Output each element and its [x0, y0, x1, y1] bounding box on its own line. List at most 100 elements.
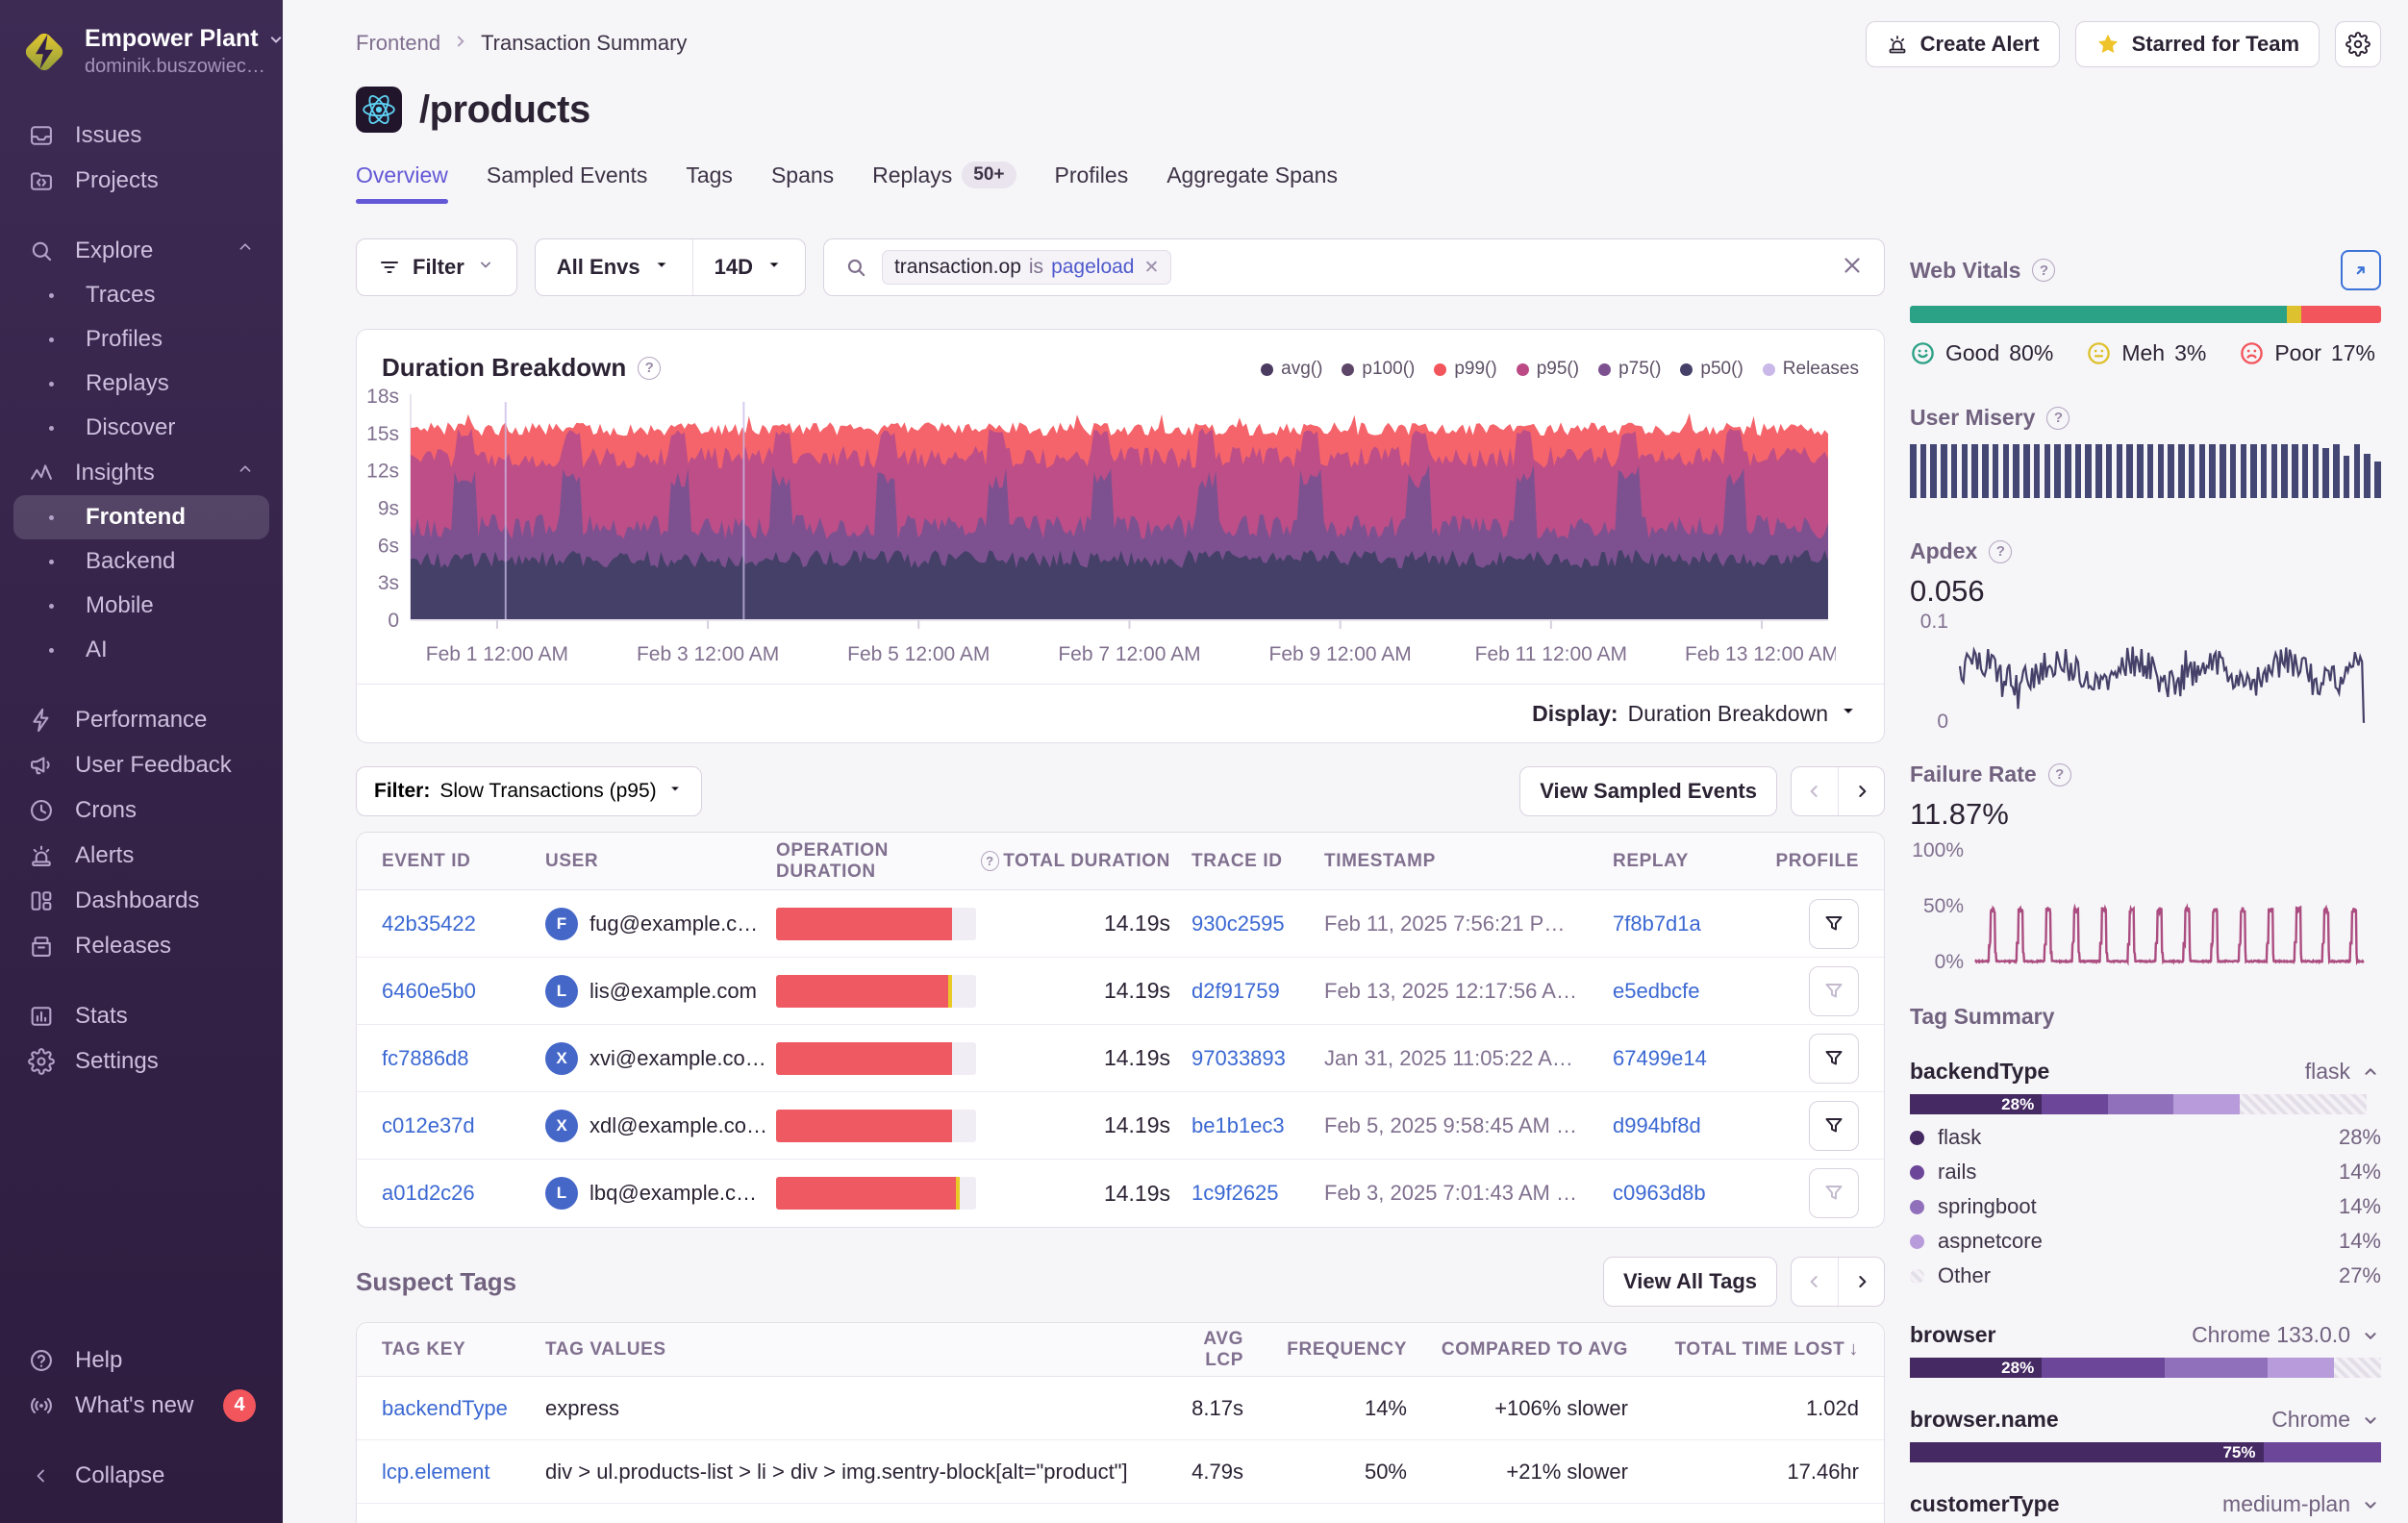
- org-switcher[interactable]: Empower Plant dominik.buszowiec…: [0, 25, 283, 78]
- duration-bar[interactable]: [776, 1110, 976, 1142]
- event-id-link[interactable]: c012e37d: [382, 1113, 545, 1138]
- sidebar-item-replays[interactable]: Replays: [13, 362, 269, 406]
- previous-page-button[interactable]: [1792, 767, 1838, 815]
- help-tooltip-icon[interactable]: ?: [638, 357, 661, 380]
- tag-key-link[interactable]: backendType: [382, 1396, 545, 1421]
- sidebar-item-whats-new[interactable]: What's new 4: [13, 1383, 269, 1428]
- environment-selector[interactable]: All Envs: [536, 239, 692, 295]
- event-id-link[interactable]: fc7886d8: [382, 1046, 545, 1071]
- sidebar-item-discover[interactable]: Discover: [13, 406, 269, 450]
- help-tooltip-icon[interactable]: ?: [2046, 407, 2069, 430]
- sidebar-item-frontend[interactable]: Frontend: [13, 495, 269, 539]
- sidebar-item-issues[interactable]: Issues: [13, 112, 269, 158]
- tag-distribution-bar[interactable]: 28%: [1910, 1358, 2381, 1378]
- sidebar-item-user-feedback[interactable]: User Feedback: [13, 742, 269, 787]
- tag-distribution-bar[interactable]: 75%: [1910, 1442, 2381, 1462]
- trace-id-link[interactable]: be1b1ec3: [1191, 1113, 1285, 1137]
- tag-legend-row[interactable]: flask28%: [1910, 1120, 2381, 1155]
- profile-button[interactable]: [1809, 899, 1859, 949]
- starred-for-team-button[interactable]: Starred for Team: [2075, 21, 2320, 67]
- sidebar-item-crons[interactable]: Crons: [13, 787, 269, 833]
- event-id-link[interactable]: 42b35422: [382, 911, 545, 936]
- legend-item-p75[interactable]: p75(): [1598, 359, 1661, 380]
- sidebar-item-alerts[interactable]: Alerts: [13, 833, 269, 878]
- duration-bar[interactable]: [776, 975, 976, 1008]
- tag-key-link[interactable]: lcp.element: [382, 1460, 545, 1485]
- tab-spans[interactable]: Spans: [771, 162, 834, 204]
- tag-legend-row[interactable]: Other27%: [1910, 1259, 2381, 1293]
- sidebar-item-ai[interactable]: AI: [13, 628, 269, 672]
- sidebar-collapse-button[interactable]: Collapse: [13, 1453, 269, 1498]
- search-clear-icon[interactable]: [1840, 253, 1865, 283]
- tag-top-value[interactable]: flask: [2305, 1059, 2381, 1085]
- help-tooltip-icon[interactable]: ?: [2048, 763, 2071, 786]
- tag-legend-row[interactable]: aspnetcore14%: [1910, 1224, 2381, 1259]
- replay-link[interactable]: 67499e14: [1613, 1046, 1767, 1071]
- transactions-filter-dropdown[interactable]: Filter: Slow Transactions (p95): [356, 766, 702, 816]
- tab-tags[interactable]: Tags: [686, 162, 733, 204]
- display-selector[interactable]: Display: Duration Breakdown: [1532, 700, 1859, 727]
- tag-legend-row[interactable]: springboot14%: [1910, 1189, 2381, 1224]
- trace-id-link[interactable]: 930c2595: [1191, 911, 1285, 936]
- tag-top-value[interactable]: medium-plan: [2222, 1491, 2381, 1517]
- sidebar-item-releases[interactable]: Releases: [13, 923, 269, 968]
- replay-link[interactable]: e5edbcfe: [1613, 979, 1767, 1004]
- replay-link[interactable]: 7f8b7d1a: [1613, 911, 1767, 936]
- open-web-vitals-icon[interactable]: [2341, 250, 2381, 290]
- view-all-tags-button[interactable]: View All Tags: [1603, 1257, 1777, 1307]
- legend-item-p95[interactable]: p95(): [1517, 359, 1579, 380]
- breadcrumb-frontend[interactable]: Frontend: [356, 31, 440, 56]
- transaction-settings-button[interactable]: [2335, 21, 2381, 67]
- sidebar-item-profiles[interactable]: Profiles: [13, 317, 269, 362]
- event-id-link[interactable]: 6460e5b0: [382, 979, 545, 1004]
- date-range-selector[interactable]: 14D: [692, 239, 805, 295]
- tag-top-value[interactable]: Chrome: [2271, 1407, 2381, 1433]
- legend-item-p50[interactable]: p50(): [1680, 359, 1743, 380]
- replay-link[interactable]: c0963d8b: [1613, 1181, 1767, 1206]
- previous-page-button[interactable]: [1792, 1258, 1838, 1306]
- legend-item-p99[interactable]: p99(): [1434, 359, 1496, 380]
- tab-sampled-events[interactable]: Sampled Events: [487, 162, 647, 204]
- sidebar-item-performance[interactable]: Performance: [13, 697, 269, 742]
- tab-overview[interactable]: Overview: [356, 162, 448, 204]
- help-tooltip-icon[interactable]: ?: [2032, 259, 2055, 282]
- sidebar-group-insights[interactable]: Insights: [13, 450, 269, 495]
- sidebar-item-projects[interactable]: Projects: [13, 158, 269, 203]
- help-tooltip-icon[interactable]: ?: [981, 851, 999, 871]
- column-total-time-lost[interactable]: Total Time Lost↓: [1628, 1338, 1859, 1361]
- legend-item-Releases[interactable]: Releases: [1763, 359, 1859, 380]
- replay-link[interactable]: d994bf8d: [1613, 1113, 1767, 1138]
- next-page-button[interactable]: [1838, 767, 1884, 815]
- filter-dropdown[interactable]: Filter: [356, 238, 517, 296]
- tab-replays[interactable]: Replays50+: [872, 162, 1016, 204]
- create-alert-button[interactable]: Create Alert: [1866, 21, 2060, 67]
- view-sampled-events-button[interactable]: View Sampled Events: [1519, 766, 1777, 816]
- profile-button[interactable]: [1809, 1168, 1859, 1218]
- sidebar-item-dashboards[interactable]: Dashboards: [13, 878, 269, 923]
- token-remove-icon[interactable]: ✕: [1143, 257, 1159, 279]
- legend-item-p100[interactable]: p100(): [1342, 359, 1415, 380]
- duration-chart[interactable]: 18s15s12s9s6s3s0Feb 1 12:00 AMFeb 3 12:0…: [357, 383, 1884, 678]
- profile-button[interactable]: [1809, 966, 1859, 1016]
- search-token[interactable]: transaction.op is pageload ✕: [882, 250, 1171, 285]
- trace-id-link[interactable]: d2f91759: [1191, 979, 1280, 1003]
- help-tooltip-icon[interactable]: ?: [1989, 540, 2012, 563]
- sidebar-item-help[interactable]: Help: [13, 1337, 269, 1383]
- profile-button[interactable]: [1809, 1034, 1859, 1084]
- sidebar-item-traces[interactable]: Traces: [13, 273, 269, 317]
- tab-aggregate-spans[interactable]: Aggregate Spans: [1166, 162, 1338, 204]
- trace-id-link[interactable]: 1c9f2625: [1191, 1181, 1279, 1205]
- search-input[interactable]: transaction.op is pageload ✕: [823, 238, 1885, 296]
- trace-id-link[interactable]: 97033893: [1191, 1046, 1286, 1070]
- tag-top-value[interactable]: Chrome 133.0.0: [2192, 1322, 2381, 1348]
- sidebar-item-backend[interactable]: Backend: [13, 539, 269, 584]
- tag-distribution-bar[interactable]: 28%: [1910, 1094, 2381, 1114]
- duration-bar[interactable]: [776, 908, 976, 940]
- duration-bar[interactable]: [776, 1177, 976, 1210]
- sidebar-group-explore[interactable]: Explore: [13, 228, 269, 273]
- duration-bar[interactable]: [776, 1042, 976, 1075]
- event-id-link[interactable]: a01d2c26: [382, 1181, 545, 1206]
- sidebar-item-stats[interactable]: Stats: [13, 993, 269, 1038]
- next-page-button[interactable]: [1838, 1258, 1884, 1306]
- sidebar-item-mobile[interactable]: Mobile: [13, 584, 269, 628]
